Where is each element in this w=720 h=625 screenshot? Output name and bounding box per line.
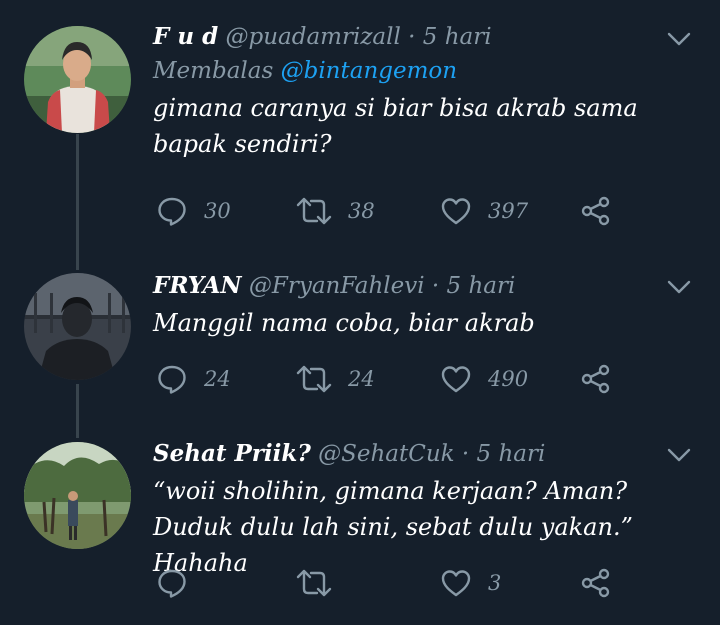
like-count: 397 — [488, 199, 529, 223]
reply-icon — [158, 197, 186, 226]
handle[interactable]: @puadamrizall — [225, 24, 400, 50]
share-icon — [581, 196, 610, 226]
replying-to: Membalas @bintangemon — [153, 56, 700, 86]
timestamp[interactable]: 5 hari — [477, 441, 546, 467]
avatar[interactable] — [24, 273, 131, 380]
timestamp[interactable]: 5 hari — [447, 273, 516, 299]
tweet-text: gimana caranya si biar bisa akrab sama b… — [153, 94, 638, 158]
like-button[interactable]: 397 — [440, 193, 528, 229]
retweet-button[interactable]: 24 — [296, 361, 375, 397]
chevron-down-icon[interactable] — [666, 278, 692, 296]
share-button[interactable] — [580, 361, 612, 397]
separator: · — [431, 273, 440, 299]
tweet-actions: 24 24 490 — [156, 361, 626, 397]
timestamp[interactable]: 5 hari — [423, 24, 492, 50]
separator: · — [461, 441, 470, 467]
tweet-actions: 30 38 397 — [156, 193, 626, 229]
chevron-down-icon[interactable] — [666, 30, 692, 48]
retweet-icon — [296, 365, 332, 393]
tweet-header: FRYAN @FryanFahlevi · 5 hari — [153, 271, 700, 301]
reply-count: 30 — [204, 199, 231, 223]
reply-count: 24 — [204, 367, 231, 391]
reply-button[interactable] — [156, 565, 204, 601]
reply-prefix: Membalas — [153, 58, 274, 84]
share-button[interactable] — [580, 565, 612, 601]
retweet-icon — [296, 197, 332, 225]
tweet-fryanfahlevi[interactable]: FRYAN @FryanFahlevi · 5 hari Manggil nam… — [0, 260, 720, 430]
avatar[interactable] — [24, 26, 131, 133]
reply-button[interactable]: 24 — [156, 361, 231, 397]
tweet-sehatcuk[interactable]: Sehat Priik? @SehatCuk · 5 hari “woii sh… — [0, 430, 720, 625]
separator: · — [408, 24, 416, 50]
handle[interactable]: @FryanFahlevi — [249, 273, 425, 299]
retweet-icon — [296, 569, 332, 597]
mention-link[interactable]: @bintangemon — [281, 58, 457, 84]
like-button[interactable]: 490 — [440, 361, 528, 397]
share-icon — [581, 364, 610, 394]
heart-icon — [441, 570, 471, 597]
reply-icon — [158, 569, 186, 598]
display-name[interactable]: F u d — [153, 23, 218, 50]
heart-icon — [441, 366, 471, 393]
like-button[interactable]: 3 — [440, 565, 501, 601]
handle[interactable]: @SehatCuk — [318, 441, 454, 467]
retweet-button[interactable] — [296, 565, 348, 601]
share-button[interactable] — [580, 193, 612, 229]
tweet-header: F u d @puadamrizall · 5 hari — [153, 22, 700, 52]
tweet-text: Manggil nama coba, biar akrab — [153, 309, 535, 337]
chevron-down-icon[interactable] — [666, 446, 692, 464]
like-count: 490 — [488, 367, 529, 391]
tweet-actions: 3 — [156, 565, 626, 601]
reply-button[interactable]: 30 — [156, 193, 231, 229]
avatar[interactable] — [24, 442, 131, 549]
reply-icon — [158, 365, 186, 394]
tweet-header: Sehat Priik? @SehatCuk · 5 hari — [153, 439, 700, 469]
display-name[interactable]: Sehat Priik? — [153, 440, 311, 467]
display-name[interactable]: FRYAN — [153, 272, 242, 299]
share-icon — [581, 568, 610, 598]
retweet-button[interactable]: 38 — [296, 193, 375, 229]
tweet-puadamrizall[interactable]: F u d @puadamrizall · 5 hari Membalas @b… — [0, 0, 720, 260]
heart-icon — [441, 198, 471, 225]
retweet-count: 38 — [348, 199, 375, 223]
like-count: 3 — [488, 571, 502, 595]
retweet-count: 24 — [348, 367, 375, 391]
